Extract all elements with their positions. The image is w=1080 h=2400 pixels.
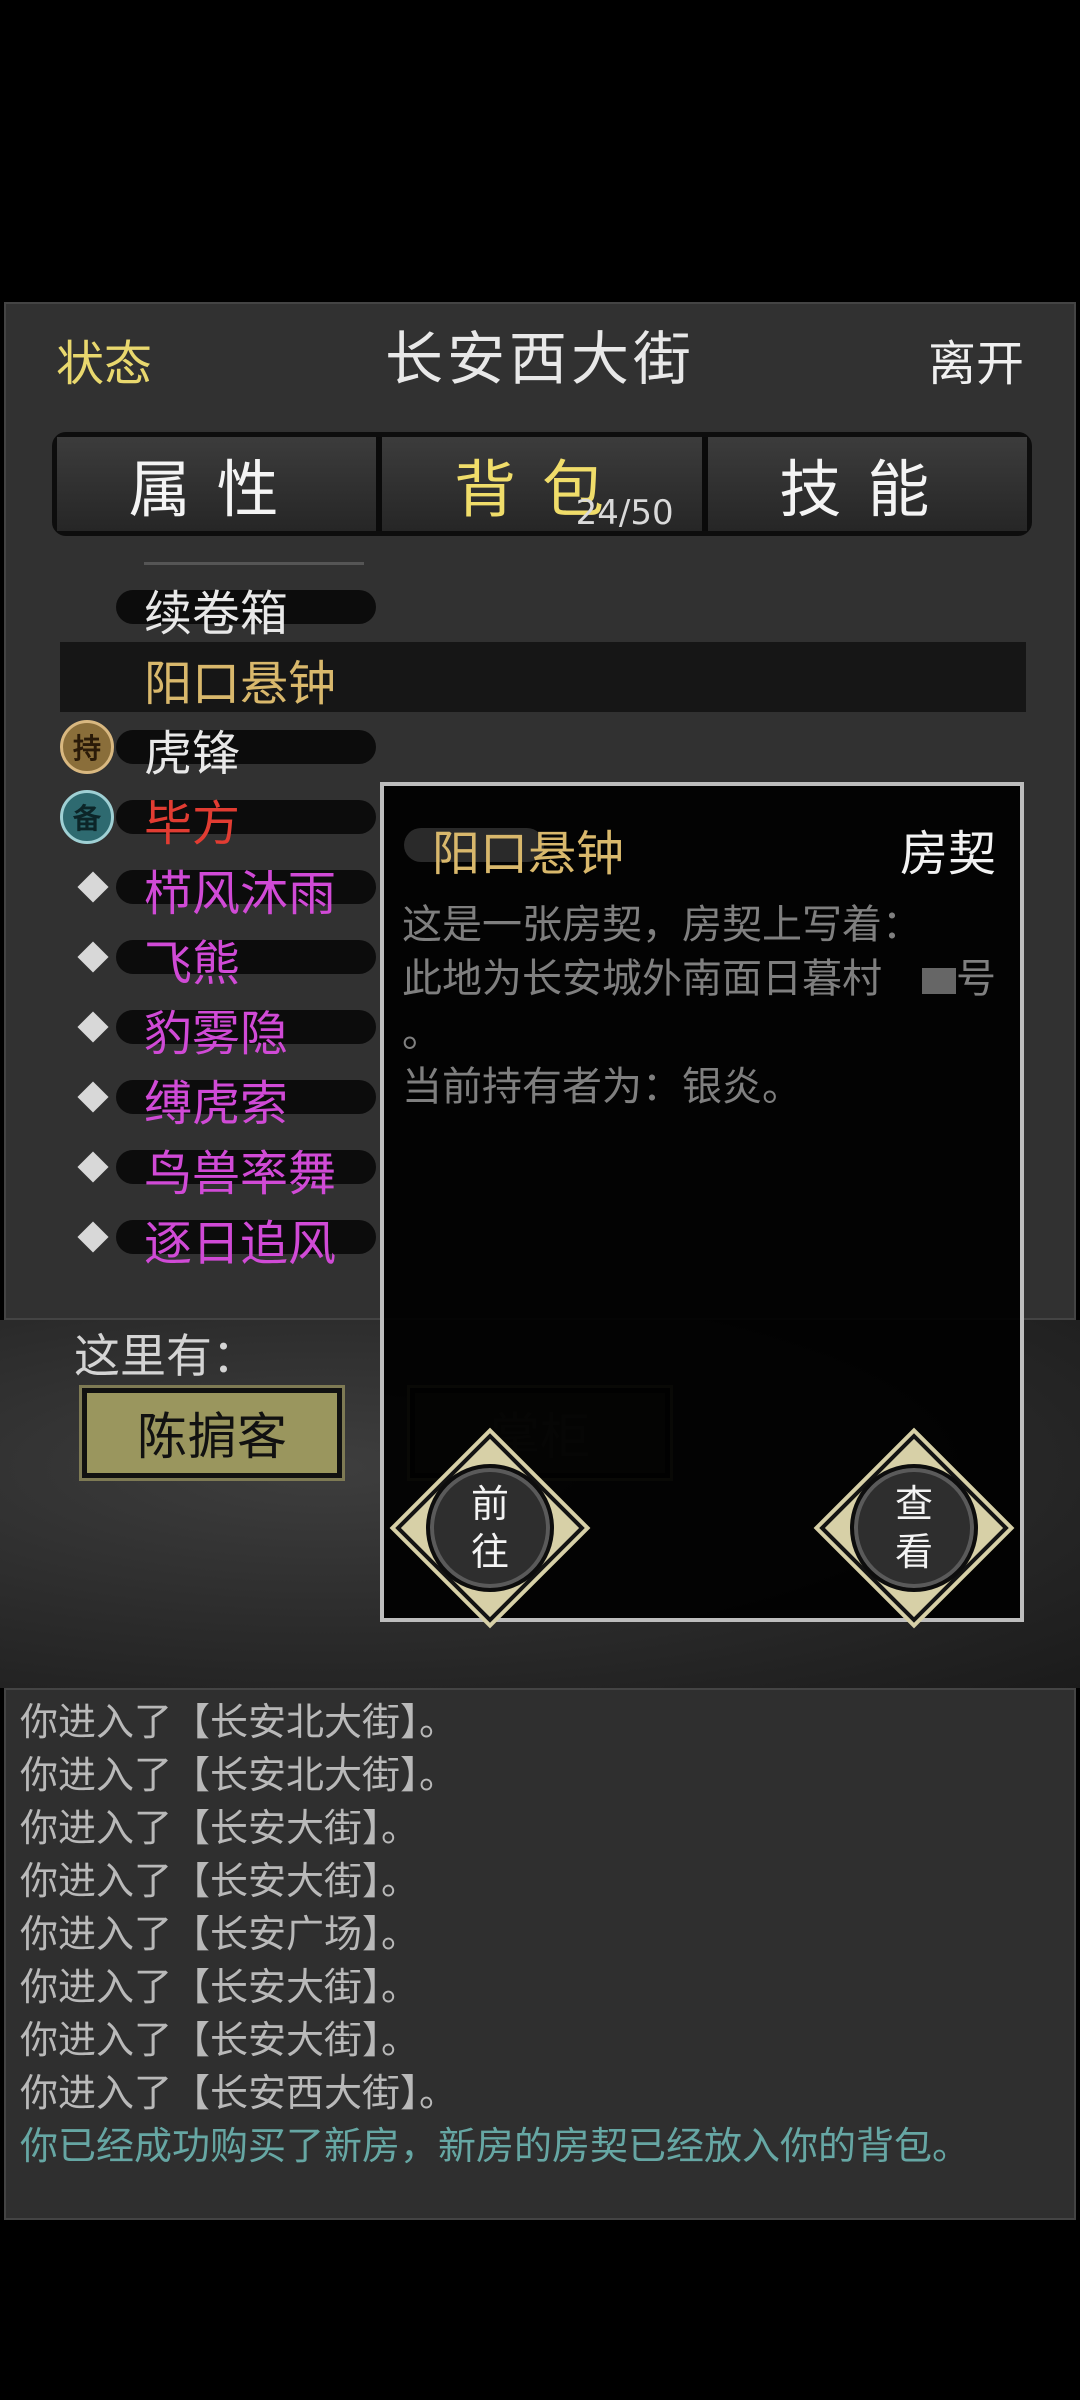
diamond-icon	[77, 1011, 109, 1043]
diamond-icon	[77, 1081, 109, 1113]
backpack-capacity: 24/50	[575, 493, 674, 533]
go-button-face: 前 往	[426, 1464, 554, 1592]
item-name: 阳口悬钟	[432, 826, 625, 882]
item-name: 阳口悬钟	[144, 656, 337, 712]
diamond-icon	[77, 871, 109, 903]
item-name: 栉风沐雨	[144, 866, 337, 922]
item-name: 毕方	[144, 796, 241, 852]
item-type: 房契	[899, 826, 996, 882]
tab-backpack[interactable]: 背包 24/50	[376, 437, 702, 533]
description-line: 。	[402, 1010, 442, 1056]
tab-skills[interactable]: 技能	[701, 437, 1027, 531]
location-title: 长安西大街	[384, 325, 695, 393]
item-name: 缚虎索	[144, 1076, 289, 1132]
inventory-item[interactable]: 阳口悬钟	[6, 642, 1074, 712]
log-line: 你已经成功购买了新房，新房的房契已经放入你的背包。	[20, 2124, 971, 2168]
item-name: 续卷箱	[144, 586, 289, 642]
leave-button[interactable]: 离开	[928, 324, 1024, 394]
view-button[interactable]: 查 看	[819, 1433, 1009, 1623]
description-line: 这是一张房契，房契上写着：	[402, 902, 922, 948]
log-line: 你进入了【长安西大街】。	[20, 2071, 458, 2115]
message-log: 你进入了【长安北大街】。 你进入了【长安北大街】。 你进入了【长安大街】。 你进入了【…	[4, 1688, 1076, 2220]
log-line: 你进入了【长安北大街】。	[20, 1700, 458, 1744]
description-line: 此地为长安城外南面日暮村号	[402, 956, 996, 1002]
tab-attributes[interactable]: 属性	[57, 437, 377, 531]
inventory-item[interactable]: 持虎锋	[6, 712, 1074, 782]
description-line: 当前持有者为：银炎。	[402, 1064, 802, 1110]
tab-bar: 属性 背包 24/50 技能	[52, 432, 1032, 536]
item-name: 虎锋	[144, 726, 241, 782]
go-button[interactable]: 前 往	[395, 1433, 585, 1623]
go-label-1: 前	[470, 1482, 509, 1526]
view-label-2: 看	[894, 1530, 933, 1574]
log-line: 你进入了【长安大街】。	[20, 1859, 420, 1903]
go-label-2: 往	[470, 1530, 509, 1574]
diamond-icon	[77, 941, 109, 973]
held-badge-icon: 持	[60, 720, 114, 774]
npc-button[interactable]: 陈掮客	[79, 1385, 345, 1481]
log-line: 你进入了【长安大街】。	[20, 2018, 420, 2062]
equipped-badge-icon: 备	[60, 790, 114, 844]
log-line: 你进入了【长安大街】。	[20, 1965, 420, 2009]
diamond-icon	[77, 1151, 109, 1183]
inventory-item[interactable]: 续卷箱	[6, 572, 1074, 642]
item-name: 豹雾隐	[144, 1006, 289, 1062]
tab-skills-label: 技能	[779, 453, 956, 526]
item-detail-popup: 阳口悬钟 房契 这是一张房契，房契上写着： 此地为长安城外南面日暮村号 。 当前…	[380, 782, 1024, 1623]
item-name: 逐日追风	[144, 1216, 337, 1272]
item-name: 鸟兽率舞	[144, 1146, 337, 1202]
view-label-1: 查	[894, 1482, 933, 1526]
log-line: 你进入了【长安广场】。	[20, 1912, 420, 1956]
view-button-face: 查 看	[850, 1464, 978, 1592]
here-label: 这里有：	[74, 1329, 258, 1383]
log-line: 你进入了【长安北大街】。	[20, 1753, 458, 1797]
log-line: 你进入了【长安大街】。	[20, 1806, 420, 1850]
item-name: 飞熊	[144, 936, 241, 992]
tab-attributes-label: 属性	[128, 453, 305, 526]
item-description: 这是一张房契，房契上写着： 此地为长安城外南面日暮村号 。 当前持有者为：银炎。	[402, 898, 998, 1114]
diamond-icon	[77, 1221, 109, 1253]
